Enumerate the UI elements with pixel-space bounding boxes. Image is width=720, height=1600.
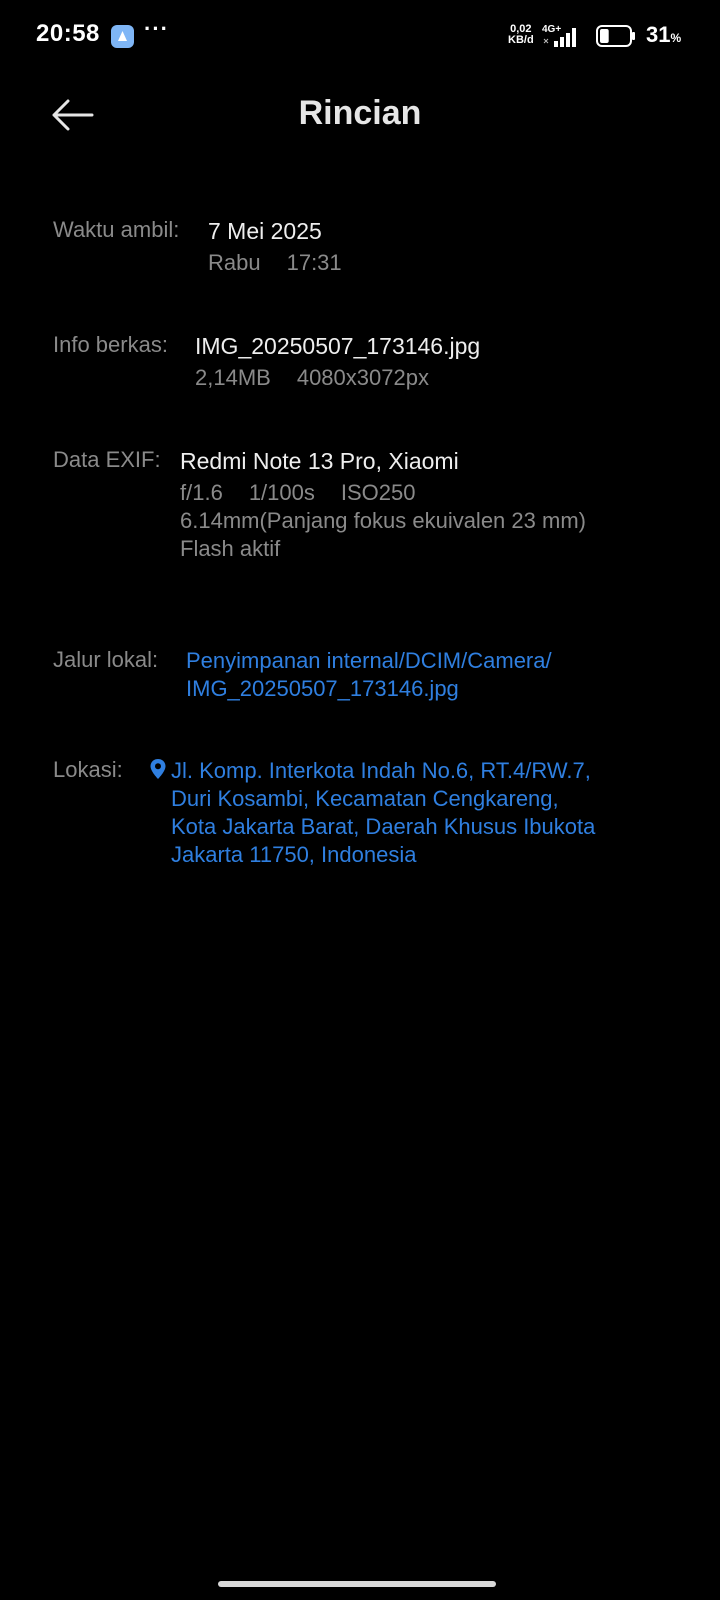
location-pin-icon <box>150 759 166 779</box>
path-label: Jalur lokal: <box>53 647 159 672</box>
more-notifications-icon: ··· <box>144 16 169 41</box>
page-title: Rincian <box>298 94 422 132</box>
location-line-2: Duri Kosambi, Kecamatan Cengkareng, <box>171 786 559 811</box>
location-line-1: Jl. Komp. Interkota Indah No.6, RT.4/RW.… <box>171 758 591 783</box>
taken-time: 17:31 <box>286 250 342 275</box>
home-indicator[interactable] <box>218 1581 496 1587</box>
exif-iso: ISO250 <box>340 480 416 505</box>
taken-day: Rabu <box>208 250 261 275</box>
notification-app-icon <box>111 25 134 48</box>
exif-settings: f/1.6 1/100s ISO250 <box>180 479 586 507</box>
status-time: 20:58 <box>36 20 100 47</box>
taken-label: Waktu ambil: <box>53 217 180 242</box>
taken-date: 7 Mei 2025 <box>208 218 322 244</box>
location-line-3: Kota Jakarta Barat, Daerah Khusus Ibukot… <box>171 814 596 839</box>
taken-value: 7 Mei 2025 Rabu 17:31 <box>208 217 342 277</box>
path-line-1: Penyimpanan internal/DCIM/Camera/ <box>186 648 552 673</box>
location-line-4: Jakarta 11750, Indonesia <box>171 842 417 867</box>
path-line-2: IMG_20250507_173146.jpg <box>186 676 459 701</box>
file-label: Info berkas: <box>53 332 168 357</box>
file-size-resolution: 2,14MB 4080x3072px <box>195 364 480 392</box>
file-name: IMG_20250507_173146.jpg <box>195 333 481 359</box>
exif-device: Redmi Note 13 Pro, Xiaomi <box>180 448 459 474</box>
network-speed: 0,02 KB/d <box>508 24 534 46</box>
network-speed-unit: KB/d <box>508 34 534 46</box>
status-bar: 20:58 ··· 0,02 KB/d 4G+ 31% <box>0 0 720 72</box>
exif-shutter: 1/100s <box>248 480 315 505</box>
file-resolution: 4080x3072px <box>296 365 429 390</box>
path-link[interactable]: Penyimpanan internal/DCIM/Camera/ IMG_20… <box>186 647 552 703</box>
exif-focal: 6.14mm(Panjang fokus ekuivalen 23 mm) <box>180 508 586 533</box>
location-link[interactable]: Jl. Komp. Interkota Indah No.6, RT.4/RW.… <box>171 757 595 869</box>
taken-day-time: Rabu 17:31 <box>208 249 342 277</box>
file-size: 2,14MB <box>195 365 271 390</box>
exif-flash: Flash aktif <box>180 536 281 561</box>
file-value: IMG_20250507_173146.jpg 2,14MB 4080x3072p… <box>195 332 480 392</box>
signal-icon <box>543 28 576 47</box>
app-header: Rincian <box>0 80 720 150</box>
location-label: Lokasi: <box>53 757 123 782</box>
battery-unit: % <box>670 31 682 45</box>
battery-percentage: 31% <box>646 22 681 48</box>
exif-value: Redmi Note 13 Pro, Xiaomi f/1.6 1/100s ISO… <box>180 447 586 563</box>
battery-value: 31 <box>646 22 671 47</box>
exif-label: Data EXIF: <box>53 447 161 472</box>
battery-icon <box>596 25 635 47</box>
exif-aperture: f/1.6 <box>180 480 223 505</box>
